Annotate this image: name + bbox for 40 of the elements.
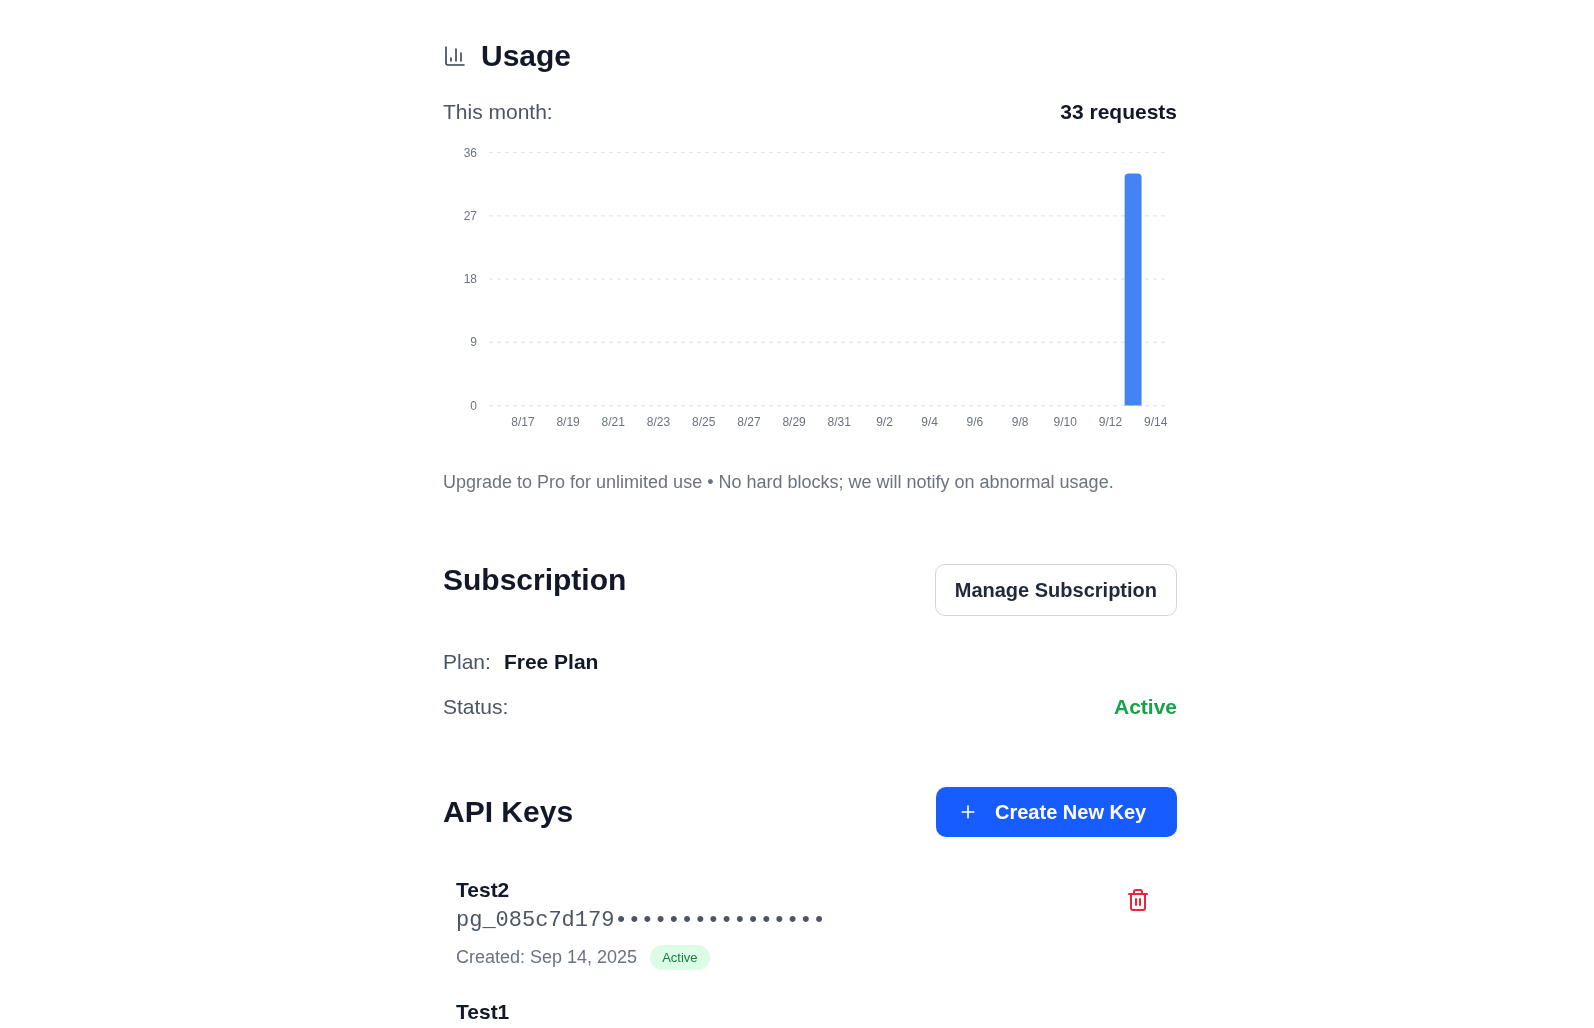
x-axis-label: 8/31 xyxy=(827,415,851,429)
x-axis-label: 8/17 xyxy=(511,415,535,429)
field-label: Status: xyxy=(443,694,509,720)
section-title: API Keys xyxy=(443,794,574,830)
key-name: Test1 xyxy=(456,999,510,1025)
delete-button[interactable] xyxy=(1126,888,1150,912)
created-date: Created: Sep 14, 2025 xyxy=(456,946,638,969)
field-label: Plan: xyxy=(443,649,491,675)
y-axis-label: 18 xyxy=(463,272,477,287)
trash-icon xyxy=(1126,888,1150,912)
request-total: 33 requests xyxy=(1060,99,1177,125)
x-axis-label: 9/4 xyxy=(921,415,939,429)
y-axis-label: 9 xyxy=(470,335,477,350)
usage-note: Upgrade to Pro for unlimited use • No hard blocks; we will notify on abnormal usage. xyxy=(443,471,1114,494)
manage-subscription-button[interactable]: Manage Subscription xyxy=(934,564,1177,616)
x-axis-label: 9/2 xyxy=(876,415,893,429)
x-axis-label: 8/27 xyxy=(737,415,761,429)
x-axis-label: 8/29 xyxy=(782,415,806,429)
section-title: Subscription xyxy=(443,562,627,598)
x-axis-label: 9/14 xyxy=(1144,415,1168,429)
field-value: Free Plan xyxy=(503,649,599,675)
x-axis-label: 8/23 xyxy=(646,415,671,429)
y-axis-label: 27 xyxy=(463,208,477,223)
status-value: Active xyxy=(1113,694,1177,720)
status-badge: Active xyxy=(650,944,710,970)
x-axis-label: 8/25 xyxy=(692,415,716,429)
x-axis-label: 9/6 xyxy=(966,415,984,429)
create-key-button[interactable]: Create New Key xyxy=(936,787,1177,837)
x-axis-label: 9/10 xyxy=(1053,415,1077,429)
period-label: This month: xyxy=(443,99,553,125)
y-axis-label: 0 xyxy=(470,398,477,413)
bar-chart-icon xyxy=(443,44,467,68)
key-name: Test2 xyxy=(456,877,510,903)
api-key-value: pg_085c7d179•••••••••••••••• xyxy=(456,907,826,935)
x-axis-label: 9/12 xyxy=(1098,415,1123,429)
x-axis-label: 8/21 xyxy=(601,415,625,429)
y-axis-label: 36 xyxy=(463,145,477,160)
x-axis-label: 8/19 xyxy=(556,415,580,429)
section-title: Usage xyxy=(481,38,572,74)
x-axis-label: 9/8 xyxy=(1011,415,1029,429)
